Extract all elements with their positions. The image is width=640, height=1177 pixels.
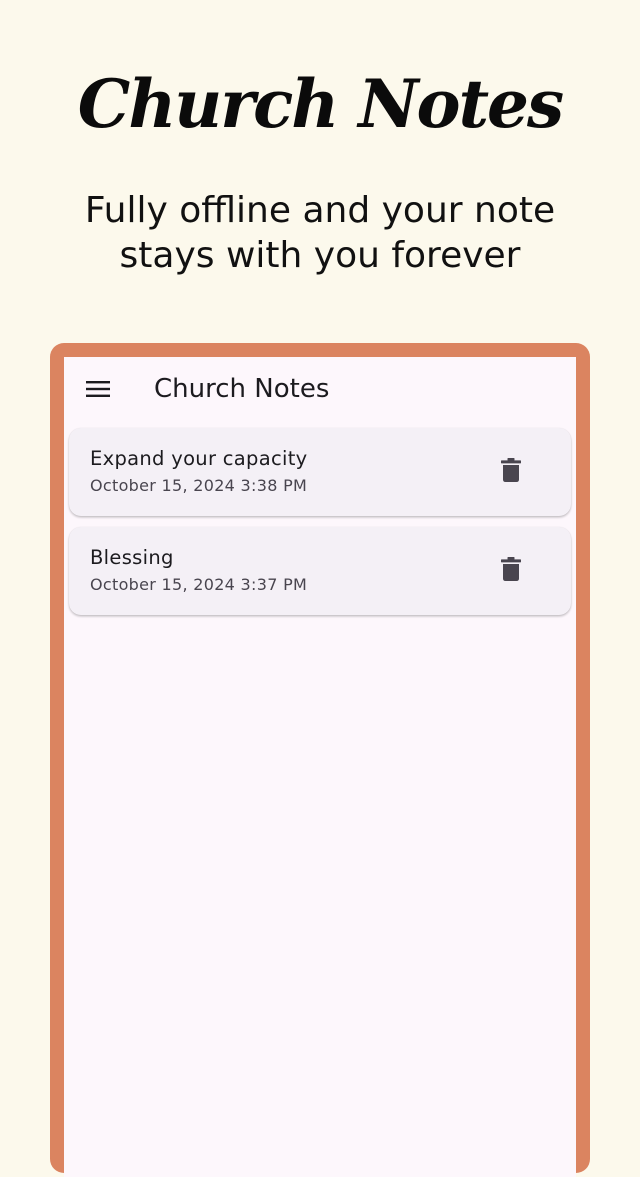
note-date: October 15, 2024 3:37 PM <box>90 575 308 594</box>
app-bar: Church Notes <box>64 357 576 423</box>
trash-icon <box>501 557 521 581</box>
app-screen: Church Notes Expand your capacity Octobe… <box>64 357 576 1177</box>
trash-icon <box>501 458 521 482</box>
hamburger-menu-icon[interactable] <box>84 375 112 403</box>
promo-title: Church Notes <box>77 65 564 143</box>
promo-subtitle: Fully offline and your note stays with y… <box>84 190 556 276</box>
delete-note-button[interactable] <box>489 448 533 492</box>
delete-note-button[interactable] <box>489 547 533 591</box>
note-title: Expand your capacity <box>90 447 308 470</box>
note-list: Expand your capacity October 15, 2024 3:… <box>69 428 571 626</box>
note-title: Blessing <box>90 546 174 569</box>
phone-frame: Church Notes Expand your capacity Octobe… <box>50 343 590 1177</box>
note-card[interactable]: Expand your capacity October 15, 2024 3:… <box>69 428 571 516</box>
app-bar-title: Church Notes <box>154 374 330 404</box>
note-date: October 15, 2024 3:38 PM <box>90 476 308 495</box>
note-card[interactable]: Blessing October 15, 2024 3:37 PM <box>69 527 571 615</box>
